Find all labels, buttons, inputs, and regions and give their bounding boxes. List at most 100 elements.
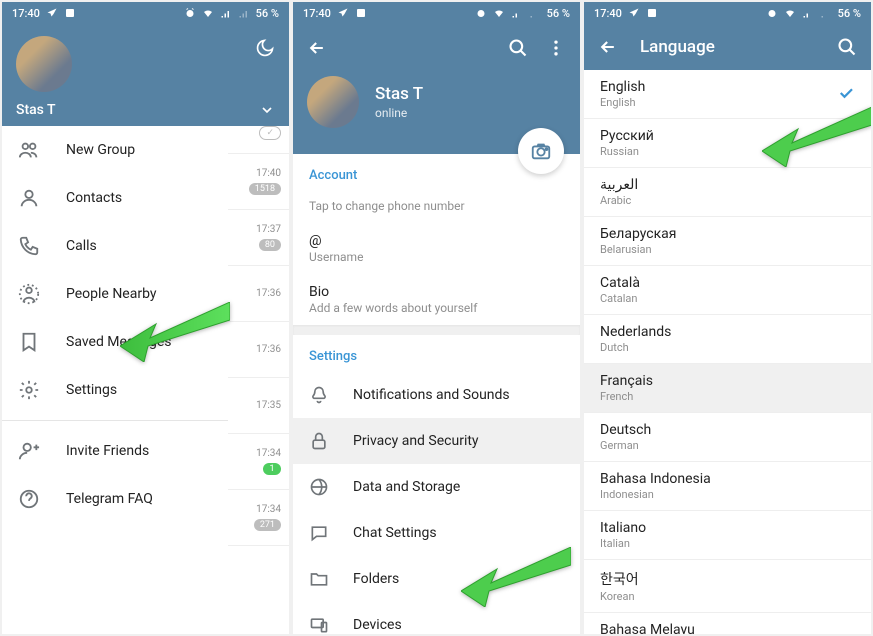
chat-row[interactable]: 17:34271 (228, 490, 289, 546)
settings-item-label: Devices (353, 617, 402, 633)
language-item-german[interactable]: Deutsch German (584, 413, 871, 462)
language-item-catalan[interactable]: Català Catalan (584, 266, 871, 315)
drawer-item-label: Calls (66, 238, 97, 254)
avatar[interactable] (307, 76, 359, 128)
alarm-icon (475, 7, 487, 19)
back-icon[interactable] (598, 37, 618, 57)
settings-item-chat-settings[interactable]: Chat Settings (293, 510, 580, 556)
language-native: English (600, 79, 855, 95)
divider (2, 420, 228, 421)
settings-item-devices[interactable]: Devices (293, 602, 580, 634)
alarm-icon (766, 7, 778, 19)
drawer-item-calls[interactable]: Calls (2, 222, 228, 270)
folder-icon (309, 569, 329, 589)
signal2-icon (529, 7, 541, 19)
drawer-item-saved-messages[interactable]: Saved Messages (2, 318, 228, 366)
person-icon (18, 187, 40, 209)
check-icon (837, 84, 855, 102)
settings-item-data-and-storage[interactable]: Data and Storage (293, 464, 580, 510)
drawer-item-label: Telegram FAQ (66, 491, 153, 507)
telegram-icon (46, 7, 58, 19)
language-english: English (600, 96, 855, 109)
language-english: Belarusian (600, 243, 855, 256)
language-item-arabic[interactable]: العربية Arabic (584, 168, 871, 217)
bookmark-icon (18, 331, 40, 353)
chat-row[interactable]: 17:401518 (228, 154, 289, 210)
username-field[interactable]: @ Username (293, 223, 580, 274)
bell-icon (309, 385, 329, 405)
drawer-item-invite-friends[interactable]: Invite Friends (2, 427, 228, 475)
camera-button[interactable] (518, 128, 564, 174)
drawer-item-new-group[interactable]: New Group (2, 126, 228, 174)
battery-pct: 56 % (838, 7, 861, 20)
language-english: French (600, 390, 855, 403)
language-native: Русский (600, 128, 855, 144)
status-bar: 17:40 56 % (584, 2, 871, 24)
language-item-english[interactable]: English English (584, 70, 871, 119)
night-mode-icon[interactable] (255, 38, 275, 58)
settings-item-label: Folders (353, 571, 399, 587)
language-native: العربية (600, 177, 855, 193)
drawer-item-contacts[interactable]: Contacts (2, 174, 228, 222)
phone-field[interactable]: Tap to change phone number (293, 191, 580, 223)
chat-row[interactable]: 17:36 (228, 322, 289, 378)
drawer-item-people-nearby[interactable]: People Nearby (2, 270, 228, 318)
language-item-korean[interactable]: 한국어 Korean (584, 560, 871, 613)
drawer-item-telegram-faq[interactable]: Telegram FAQ (2, 475, 228, 523)
app-icon (646, 7, 658, 19)
language-native: Bahasa Indonesia (600, 471, 855, 487)
language-item-italian[interactable]: Italiano Italian (584, 511, 871, 560)
page-title: Language (640, 37, 815, 57)
settings-item-label: Chat Settings (353, 525, 437, 541)
settings-item-notifications-and-sounds[interactable]: Notifications and Sounds (293, 372, 580, 418)
profile-name: Stas T (375, 84, 423, 104)
settings-section-title: Settings (293, 335, 580, 372)
drawer-username: Stas T (16, 102, 56, 118)
settings-item-folders[interactable]: Folders (293, 556, 580, 602)
status-time: 17:40 (594, 7, 622, 20)
chat-row[interactable]: 17:35 (228, 378, 289, 434)
status-time: 17:40 (12, 7, 40, 20)
language-english: Korean (600, 590, 855, 603)
language-item-french[interactable]: Français French (584, 364, 871, 413)
devices-icon (309, 615, 329, 634)
drawer-item-label: Invite Friends (66, 443, 149, 459)
signal-icon (220, 7, 232, 19)
alarm-icon (184, 7, 196, 19)
people-icon (18, 139, 40, 161)
search-icon[interactable] (837, 37, 857, 57)
language-item-belarusian[interactable]: Беларуская Belarusian (584, 217, 871, 266)
language-english: German (600, 439, 855, 452)
chat-row[interactable]: 17:3780 (228, 210, 289, 266)
chevron-down-icon[interactable] (259, 102, 275, 118)
settings-icon (18, 379, 40, 401)
language-item-dutch[interactable]: Nederlands Dutch (584, 315, 871, 364)
search-icon[interactable] (508, 38, 528, 58)
language-item-indonesian[interactable]: Bahasa Indonesia Indonesian (584, 462, 871, 511)
more-icon[interactable] (546, 38, 566, 58)
bio-field[interactable]: Bio Add a few words about yourself (293, 274, 580, 325)
telegram-icon (337, 7, 349, 19)
language-item-russian[interactable]: Русский Russian (584, 119, 871, 168)
language-native: Беларуская (600, 226, 855, 242)
camera-icon (530, 140, 552, 162)
back-icon[interactable] (307, 38, 327, 58)
language-list: English English Русский Russian العربية … (584, 70, 871, 634)
drawer-item-settings[interactable]: Settings (2, 366, 228, 414)
divider (293, 325, 580, 335)
profile-header: Stas T online (293, 24, 580, 154)
help-icon (18, 488, 40, 510)
chat-row[interactable]: 17:341 (228, 434, 289, 490)
avatar[interactable] (16, 36, 72, 92)
language-item-malay[interactable]: Bahasa Melayu Malay (584, 613, 871, 634)
settings-item-privacy-and-security[interactable]: Privacy and Security (293, 418, 580, 464)
language-native: Deutsch (600, 422, 855, 438)
chat-row[interactable]: 17:36 (228, 266, 289, 322)
invite-icon (18, 440, 40, 462)
settings-panel: 17:40 56 % Stas T online (293, 2, 580, 634)
status-time: 17:40 (303, 7, 331, 20)
signal-icon (511, 7, 523, 19)
lock-icon (309, 431, 329, 451)
drawer-item-label: People Nearby (66, 286, 157, 302)
data-icon (309, 477, 329, 497)
